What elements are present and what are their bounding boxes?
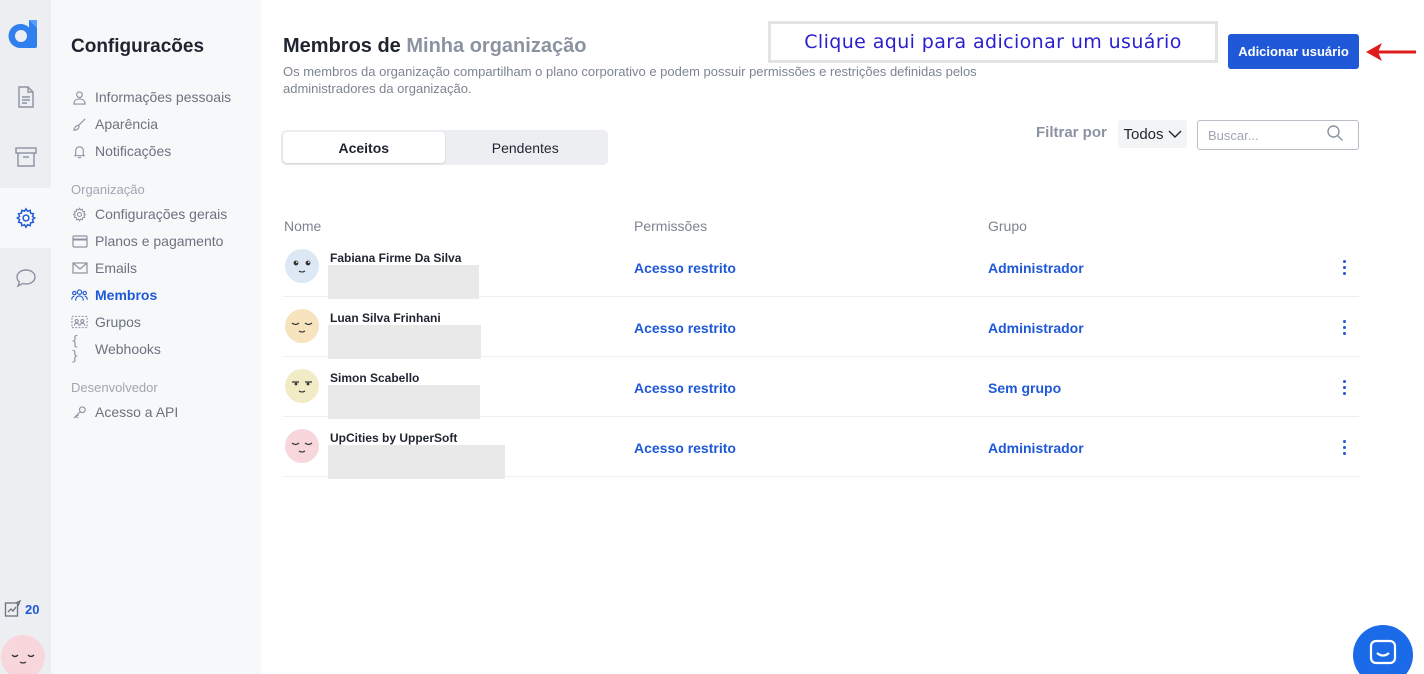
sidebar-item-label: Informações pessoais xyxy=(95,89,232,105)
more-options-icon[interactable] xyxy=(1337,317,1351,337)
sidebar-title: Configuracões xyxy=(71,36,205,57)
tab-pendentes[interactable]: Pendentes xyxy=(445,132,607,163)
more-options-icon[interactable] xyxy=(1337,257,1351,277)
user-icon xyxy=(71,89,88,106)
sidebar-item-label: Aparência xyxy=(95,116,159,132)
member-tabs: Aceitos Pendentes xyxy=(281,130,608,165)
redacted-email xyxy=(328,265,479,299)
settings-sidebar: Configuracões Informações pessoais Aparê… xyxy=(51,0,261,674)
filter-label: Filtrar por xyxy=(1036,124,1107,141)
add-user-callout: Clique aqui para adicionar um usuário xyxy=(768,21,1218,63)
redacted-email xyxy=(328,445,505,479)
icon-rail: 20 xyxy=(0,0,51,674)
rail-archive[interactable] xyxy=(0,127,51,187)
member-group-link[interactable]: Administrador xyxy=(988,260,1084,276)
rail-documents[interactable] xyxy=(0,67,51,127)
redacted-email xyxy=(328,325,481,359)
sidebar-item-label: Webhooks xyxy=(95,341,161,357)
page-title-prefix: Membros de xyxy=(283,35,401,57)
rail-settings[interactable] xyxy=(0,188,51,248)
member-name: Simon Scabello xyxy=(330,371,420,385)
bell-icon xyxy=(71,143,88,160)
member-permission-link[interactable]: Acesso restrito xyxy=(634,380,736,396)
braces-icon: { } xyxy=(71,334,79,364)
chart-icon xyxy=(4,600,22,618)
sidebar-section-desenvolvedor: Desenvolvedor xyxy=(71,380,158,395)
sidebar-item-label: Acesso a API xyxy=(95,404,179,420)
chat-icon xyxy=(1368,638,1398,673)
redacted-email xyxy=(328,385,480,419)
member-name: Luan Silva Frinhani xyxy=(330,311,441,325)
sidebar-item-label: Emails xyxy=(95,260,138,276)
member-group-link[interactable]: Sem grupo xyxy=(988,380,1061,396)
add-user-button[interactable]: Adicionar usuário xyxy=(1228,34,1359,69)
column-header-nome: Nome xyxy=(284,218,322,234)
sidebar-item-label: Notificações xyxy=(95,143,172,159)
tab-aceitos[interactable]: Aceitos xyxy=(283,132,445,163)
member-permission-link[interactable]: Acesso restrito xyxy=(634,440,736,456)
sidebar-item-label: Grupos xyxy=(95,314,141,330)
credits-counter[interactable]: 20 xyxy=(4,600,39,618)
credits-count: 20 xyxy=(25,601,40,617)
sidebar-item-grupos[interactable]: Grupos xyxy=(71,312,141,332)
sidebar-item-notificacoes[interactable]: Notificações xyxy=(71,141,171,161)
member-permission-link[interactable]: Acesso restrito xyxy=(634,320,736,336)
support-chat-button[interactable] xyxy=(1353,625,1413,674)
column-header-permissoes: Permissões xyxy=(634,218,708,234)
sidebar-item-emails[interactable]: Emails xyxy=(71,258,137,278)
member-group-link[interactable]: Administrador xyxy=(988,440,1084,456)
member-permission-link[interactable]: Acesso restrito xyxy=(634,260,736,276)
sidebar-item-label: Configurações gerais xyxy=(95,206,228,222)
member-group-link[interactable]: Administrador xyxy=(988,320,1084,336)
brush-icon xyxy=(71,116,88,133)
gear-icon xyxy=(15,207,37,229)
sidebar-section-organizacao: Organização xyxy=(71,182,145,197)
logo-icon[interactable] xyxy=(7,18,39,50)
sidebar-item-acesso-api[interactable]: Acesso a API xyxy=(71,402,178,422)
member-avatar xyxy=(284,308,320,344)
column-header-grupo: Grupo xyxy=(988,218,1027,234)
filter-selected-value: Todos xyxy=(1123,125,1164,143)
main-panel: Membros de Minha organização Os membros … xyxy=(261,0,1424,674)
member-name: UpCities by UpperSoft xyxy=(330,431,458,445)
table-row: UpCities by UpperSoft Acesso restrito Ad… xyxy=(283,417,1359,479)
card-icon xyxy=(71,233,88,250)
org-name: Minha organização xyxy=(406,35,587,57)
member-avatar xyxy=(284,368,320,404)
sidebar-item-label: Planos e pagamento xyxy=(95,233,224,249)
archive-icon xyxy=(14,147,37,167)
search-input[interactable] xyxy=(1208,127,1326,143)
sidebar-item-informacoes-pessoais[interactable]: Informações pessoais xyxy=(71,87,231,107)
table-row: Luan Silva Frinhani Acesso restrito Admi… xyxy=(283,297,1359,359)
search-box xyxy=(1197,120,1359,150)
mail-icon xyxy=(71,260,88,277)
sidebar-item-aparencia[interactable]: Aparência xyxy=(71,114,158,134)
member-avatar xyxy=(284,428,320,464)
sidebar-item-webhooks[interactable]: { } Webhooks xyxy=(71,334,161,364)
chat-icon xyxy=(15,268,37,288)
page-title: Membros de Minha organização xyxy=(283,35,586,58)
sidebar-item-label: Membros xyxy=(95,287,158,303)
search-icon[interactable] xyxy=(1326,124,1344,147)
chevron-down-icon xyxy=(1168,126,1182,143)
user-avatar[interactable] xyxy=(0,634,46,674)
member-name: Fabiana Firme Da Silva xyxy=(330,251,462,265)
users-icon xyxy=(71,287,88,304)
key-icon xyxy=(71,404,88,421)
sidebar-item-configuracoes-gerais[interactable]: Configurações gerais xyxy=(71,204,227,224)
groups-icon xyxy=(71,314,88,331)
more-options-icon[interactable] xyxy=(1337,437,1351,457)
arrow-left-icon xyxy=(1364,40,1418,69)
page-description: Os membros da organização compartilham o… xyxy=(283,64,977,96)
table-row: Simon Scabello Acesso restrito Sem grupo xyxy=(283,357,1359,419)
more-options-icon[interactable] xyxy=(1337,377,1351,397)
member-avatar xyxy=(284,248,320,284)
sidebar-item-membros[interactable]: Membros xyxy=(71,285,157,305)
rail-chat[interactable] xyxy=(0,248,51,308)
sidebar-item-planos-e-pagamento[interactable]: Planos e pagamento xyxy=(71,231,223,251)
filter-select[interactable]: Todos xyxy=(1118,120,1187,148)
table-row: Fabiana Firme Da Silva Acesso restrito A… xyxy=(283,237,1359,299)
gear-icon xyxy=(71,206,88,223)
document-icon xyxy=(16,86,36,108)
